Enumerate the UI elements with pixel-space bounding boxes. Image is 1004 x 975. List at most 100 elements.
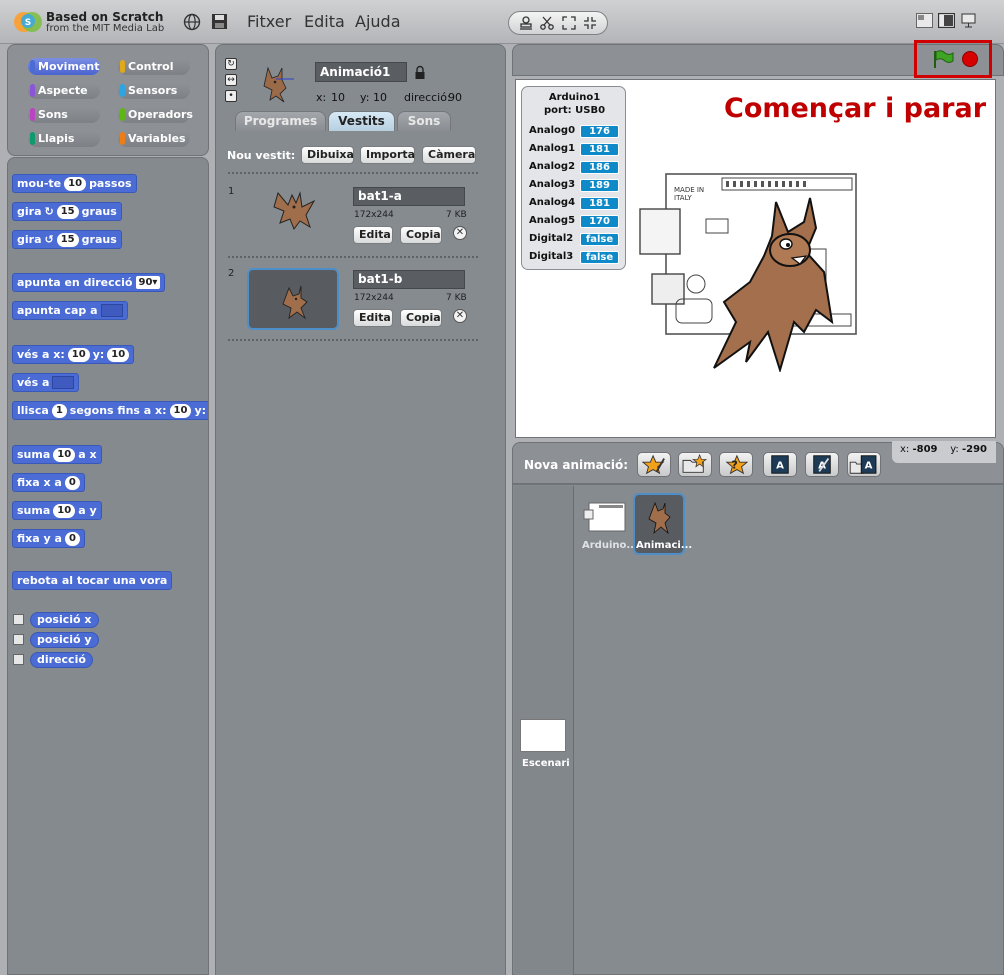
sensor-value: 181 bbox=[580, 197, 619, 210]
costume-copy-button[interactable]: Copia bbox=[400, 309, 442, 327]
block-number-input[interactable]: 15 bbox=[56, 232, 79, 247]
presentation-mode-icon[interactable] bbox=[960, 13, 977, 28]
block-goto-xy[interactable]: vés a x: 10 y: 10 bbox=[12, 345, 135, 364]
arduino-sensor-watcher[interactable]: Arduino1 port: USB0 Analog0 176 Analog1 … bbox=[521, 86, 626, 270]
costume-edit-button[interactable]: Edita bbox=[353, 226, 393, 244]
block-goto[interactable]: vés a bbox=[12, 373, 80, 392]
category-control[interactable]: Control bbox=[118, 58, 190, 75]
rotate-style-none-icon[interactable]: • bbox=[225, 90, 237, 102]
checkbox-x-position[interactable] bbox=[13, 614, 24, 625]
costume-name-field[interactable]: bat1-b bbox=[353, 270, 465, 289]
open-sprite-button[interactable] bbox=[678, 452, 712, 477]
category-motion[interactable]: Moviment bbox=[28, 58, 100, 75]
sprite-name-field[interactable]: Animació1 bbox=[315, 62, 407, 82]
arduino-pencil-icon: A bbox=[813, 455, 831, 474]
menu-edit[interactable]: Edita bbox=[304, 12, 345, 31]
block-text: rebota al tocar una vora bbox=[17, 574, 168, 587]
costume-size: 7 KB bbox=[446, 210, 467, 220]
camera-button[interactable]: Càmera bbox=[422, 146, 476, 164]
checkbox-y-position[interactable] bbox=[13, 634, 24, 645]
menu-help[interactable]: Ajuda bbox=[355, 12, 401, 31]
category-sound[interactable]: Sons bbox=[28, 106, 100, 123]
sprite-tile-animacio1[interactable]: Animaci... bbox=[633, 493, 692, 555]
block-number-input[interactable]: 10 bbox=[67, 347, 90, 362]
green-flag-icon[interactable] bbox=[932, 49, 954, 69]
arduino-paint-sprite-button[interactable]: A bbox=[805, 452, 839, 477]
block-number-input[interactable]: 10 bbox=[107, 347, 130, 362]
costume-name-field[interactable]: bat1-a bbox=[353, 187, 465, 206]
block-number-input[interactable]: 0 bbox=[64, 475, 80, 490]
stage-thumbnail[interactable] bbox=[520, 719, 566, 752]
costume-thumbnail-bat1-a[interactable] bbox=[270, 187, 318, 235]
block-number-input[interactable]: 10 bbox=[64, 176, 87, 191]
category-looks[interactable]: Aspecte bbox=[28, 82, 100, 99]
delete-costume-icon[interactable]: ✕ bbox=[453, 309, 467, 323]
scissors-icon[interactable] bbox=[539, 15, 555, 31]
block-glide[interactable]: llisca 1 segons fins a x: 10 y: 1 bbox=[12, 401, 208, 420]
block-number-input[interactable]: 0 bbox=[64, 531, 80, 546]
lock-icon[interactable] bbox=[414, 65, 426, 80]
block-text: segons fins a x: bbox=[69, 404, 167, 417]
block-change-y[interactable]: suma 10 a y bbox=[12, 501, 102, 520]
arduino-folder-sprite-button[interactable]: A bbox=[847, 452, 881, 477]
grow-icon[interactable] bbox=[561, 15, 577, 31]
bat-sprite[interactable] bbox=[706, 192, 836, 372]
block-point-towards[interactable]: apunta cap a bbox=[12, 301, 128, 320]
watcher-port: port: USB0 bbox=[543, 105, 606, 116]
block-number-input[interactable]: 15 bbox=[56, 204, 79, 219]
block-move-steps[interactable]: mou-te 10 passos bbox=[12, 174, 137, 193]
stage-label: Escenari bbox=[522, 758, 570, 769]
costume-edit-button[interactable]: Edita bbox=[353, 309, 393, 327]
reporter-y-position[interactable]: posició y bbox=[30, 632, 99, 648]
block-text: fixa y a bbox=[17, 532, 62, 545]
reporter-x-position[interactable]: posició x bbox=[30, 612, 99, 628]
block-number-input[interactable]: 10 bbox=[53, 503, 76, 518]
block-set-y[interactable]: fixa y a 0 bbox=[12, 529, 85, 548]
delete-costume-icon[interactable]: ✕ bbox=[453, 226, 467, 240]
normal-stage-icon[interactable] bbox=[938, 13, 955, 28]
block-text: llisca bbox=[17, 404, 49, 417]
sensor-label: Analog0 bbox=[529, 125, 576, 136]
target-dropdown[interactable] bbox=[100, 304, 123, 317]
block-number-input[interactable]: 10 bbox=[169, 403, 192, 418]
paint-button[interactable]: Dibuixa bbox=[301, 146, 354, 164]
block-number-input[interactable]: 1 bbox=[51, 403, 67, 418]
block-text: fixa x a bbox=[17, 476, 62, 489]
category-variables[interactable]: Variables bbox=[118, 130, 190, 147]
costume-thumbnail-bat1-b[interactable] bbox=[247, 268, 339, 330]
arduino-sprite-button[interactable]: A bbox=[763, 452, 797, 477]
costume-copy-button[interactable]: Copia bbox=[400, 226, 442, 244]
stop-sign-icon[interactable] bbox=[962, 51, 978, 67]
rotate-style-full-icon[interactable]: ↻ bbox=[225, 58, 237, 70]
save-disk-icon[interactable] bbox=[211, 13, 228, 30]
block-change-x[interactable]: suma 10 a x bbox=[12, 445, 102, 464]
menu-file[interactable]: Fitxer bbox=[247, 12, 291, 31]
block-turn-right[interactable]: gira ↻ 15 graus bbox=[12, 202, 122, 221]
reporter-direction[interactable]: direcció bbox=[30, 652, 93, 668]
target-dropdown[interactable] bbox=[52, 376, 75, 389]
category-pen[interactable]: Llapis bbox=[28, 130, 100, 147]
tab-sounds[interactable]: Sons bbox=[397, 111, 451, 131]
rotate-style-flip-icon[interactable]: ↔ bbox=[225, 74, 237, 86]
tab-costumes[interactable]: Vestits bbox=[328, 111, 395, 131]
block-turn-left[interactable]: gira ↺ 15 graus bbox=[12, 230, 122, 249]
tab-scripts[interactable]: Programes bbox=[235, 111, 326, 131]
block-text: y: bbox=[194, 404, 207, 417]
paint-new-sprite-button[interactable] bbox=[637, 452, 671, 477]
import-button[interactable]: Importa bbox=[360, 146, 415, 164]
stamp-icon[interactable] bbox=[518, 15, 534, 31]
category-sensing[interactable]: Sensors bbox=[118, 82, 190, 99]
checkbox-direction[interactable] bbox=[13, 654, 24, 665]
block-point-direction[interactable]: apunta en direcció 90▾ bbox=[12, 273, 166, 292]
svg-text:A: A bbox=[865, 461, 873, 472]
category-panel: Moviment Control Aspecte Sensors Sons Op… bbox=[7, 44, 209, 156]
category-operators[interactable]: Operadors bbox=[118, 106, 193, 123]
direction-dropdown[interactable]: 90▾ bbox=[135, 276, 161, 289]
surprise-sprite-button[interactable]: ? bbox=[719, 452, 753, 477]
shrink-icon[interactable] bbox=[582, 15, 598, 31]
language-globe-icon[interactable] bbox=[183, 13, 201, 31]
block-set-x[interactable]: fixa x a 0 bbox=[12, 473, 85, 492]
block-number-input[interactable]: 10 bbox=[53, 447, 76, 462]
small-stage-icon[interactable] bbox=[916, 13, 933, 28]
block-bounce[interactable]: rebota al tocar una vora bbox=[12, 571, 173, 590]
